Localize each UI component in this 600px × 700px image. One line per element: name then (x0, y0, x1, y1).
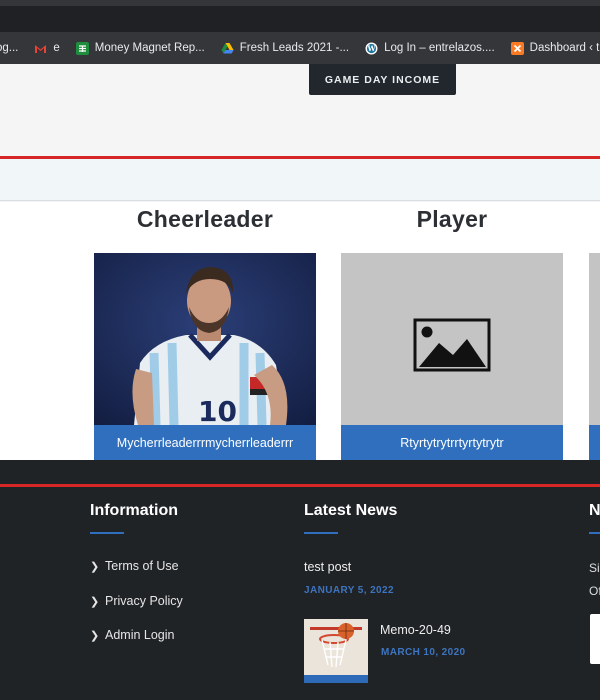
footer-link-terms[interactable]: ❯ Terms of Use (90, 559, 179, 573)
browser-tab-strip (0, 0, 600, 32)
player-photo-placeholder[interactable] (341, 253, 563, 425)
bookmark-item[interactable]: Fresh Leads 2021 -... (221, 42, 349, 55)
footer-third-text: Of (589, 584, 600, 598)
news-item-title[interactable]: test post (304, 560, 351, 574)
page-header-area: GAME DAY INCOME (0, 64, 600, 156)
title-underline (589, 532, 600, 534)
footer-third-column-title: N (589, 502, 600, 519)
site-footer: Information ❯ Terms of Use ❯ Privacy Pol… (0, 460, 600, 700)
bookmark-label: Fresh Leads 2021 -... (239, 42, 350, 54)
footer-link-label: Terms of Use (105, 559, 179, 573)
news-thumbnail[interactable] (304, 619, 368, 683)
bookmark-item[interactable]: Money Magnet Rep... (75, 41, 205, 55)
footer-link-admin-login[interactable]: ❯ Admin Login (90, 628, 175, 642)
wordpress-icon: W (365, 42, 378, 55)
cheerleader-card[interactable]: 10 Mycherrleaderrrmycherrleaderrr (94, 253, 316, 460)
footer-information-title: Information (90, 502, 178, 519)
footer-link-privacy[interactable]: ❯ Privacy Policy (90, 594, 183, 608)
title-underline (304, 532, 338, 534)
bookmark-item[interactable]: Dashboard ‹ travel... (510, 41, 600, 55)
newsletter-input[interactable] (590, 614, 600, 664)
footer-link-label: Admin Login (105, 628, 175, 642)
sheets-icon (75, 41, 89, 55)
gmail-icon (34, 42, 47, 55)
next-card-partial[interactable] (589, 253, 600, 460)
bookmark-label: Log In – entrelazos.... (384, 42, 495, 54)
news-item-date: JANUARY 5, 2022 (304, 585, 394, 596)
next-card-caption[interactable] (589, 425, 600, 460)
chevron-right-icon: ❯ (90, 560, 100, 573)
column-title-cheerleader: Cheerleader (136, 206, 274, 232)
footer-news-title: Latest News (304, 502, 398, 519)
xampp-icon (510, 41, 524, 55)
profiles-section: Cheerleader Player 10 Mycherrleaderrrmyc… (0, 202, 600, 460)
drive-icon (221, 42, 234, 55)
bookmark-label: Money Magnet Rep... (94, 42, 205, 54)
image-placeholder-icon (413, 318, 491, 372)
chevron-right-icon: ❯ (90, 595, 100, 608)
light-band (0, 159, 600, 201)
bookmarks-bar: og... e Money Magnet Rep... Fresh Leads … (0, 32, 600, 64)
cheerleader-caption[interactable]: Mycherrleaderrrmycherrleaderrr (94, 425, 316, 460)
player-card[interactable]: Rtyrtytrytrrtyrtytrytr (341, 253, 563, 460)
chevron-right-icon: ❯ (90, 629, 100, 642)
bookmark-label: e (53, 42, 60, 54)
footer-third-text: Si (589, 561, 600, 575)
svg-text:10: 10 (198, 395, 237, 425)
news-item-title[interactable]: Memo-20-49 (380, 623, 451, 637)
footer-link-label: Privacy Policy (105, 594, 183, 608)
bookmark-item[interactable]: og... (0, 42, 18, 54)
next-card-image[interactable] (589, 253, 600, 425)
bookmark-label: Dashboard ‹ travel... (529, 42, 600, 54)
footer-red-divider (0, 484, 600, 487)
title-underline (90, 532, 124, 534)
bookmark-item[interactable]: W Log In – entrelazos.... (365, 42, 495, 55)
game-day-income-button[interactable]: GAME DAY INCOME (309, 64, 456, 95)
bookmark-item[interactable]: e (34, 42, 60, 55)
svg-text:W: W (367, 44, 376, 53)
bookmark-label: og... (0, 42, 19, 54)
news-item-date: MARCH 10, 2020 (381, 647, 466, 658)
column-title-player: Player (416, 206, 488, 232)
player-caption[interactable]: Rtyrtytrytrrtyrtytrytr (341, 425, 563, 460)
cheerleader-photo[interactable]: 10 (94, 253, 316, 428)
